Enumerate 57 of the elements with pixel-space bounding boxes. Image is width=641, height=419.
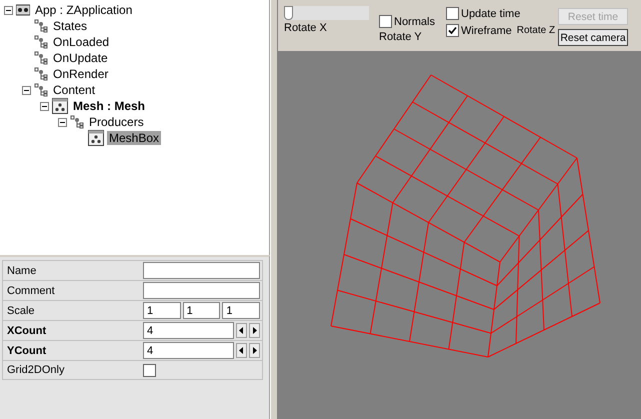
splitter[interactable] <box>270 0 278 419</box>
property-label: XCount <box>6 324 48 336</box>
rotate-y-label: Rotate Y <box>379 31 423 43</box>
node-icon <box>34 19 48 33</box>
node-icon <box>70 115 84 129</box>
property-label: YCount <box>6 344 48 356</box>
component-icon <box>88 130 104 146</box>
tree-item[interactable]: OnRender <box>51 67 110 81</box>
tree-item[interactable]: MeshBox <box>107 131 162 145</box>
toolbar-button[interactable]: Reset camera <box>558 29 628 46</box>
component-icon <box>52 98 68 114</box>
node-icon <box>34 67 48 81</box>
checkbox-label: Update time <box>461 8 520 20</box>
app-icon <box>16 4 30 16</box>
node-icon <box>34 51 48 65</box>
property-label: Name <box>6 264 38 276</box>
value-field[interactable]: 1 <box>222 302 260 319</box>
tree-item[interactable]: Producers <box>87 115 146 129</box>
checkbox[interactable] <box>143 364 156 376</box>
decrease-button[interactable] <box>236 343 247 358</box>
checkbox[interactable] <box>446 7 459 20</box>
tree-item[interactable]: Content <box>51 83 98 97</box>
property-label: Comment <box>6 284 56 296</box>
collapse-toggle-icon[interactable] <box>40 102 49 110</box>
rotate-x-slider[interactable] <box>284 6 369 20</box>
increase-button[interactable] <box>249 343 260 358</box>
tree-item[interactable]: App : ZApplication <box>33 3 134 17</box>
value-field[interactable]: 1 <box>182 302 220 319</box>
node-icon <box>34 83 48 97</box>
left-arrow-icon <box>239 347 244 354</box>
text-field[interactable] <box>143 262 260 279</box>
left-arrow-icon <box>239 327 244 334</box>
property-label: Grid2DOnly <box>6 364 66 376</box>
checkbox-label: Normals <box>394 16 435 28</box>
tree-item[interactable]: Mesh : Mesh <box>71 99 148 113</box>
tree-item[interactable]: OnLoaded <box>51 35 112 49</box>
decrease-button[interactable] <box>236 323 247 338</box>
right-arrow-icon <box>252 327 257 334</box>
number-field[interactable]: 4 <box>143 342 234 359</box>
right-arrow-icon <box>252 347 257 354</box>
collapse-toggle-icon[interactable] <box>58 118 67 126</box>
checkbox[interactable] <box>446 24 459 37</box>
tree-item[interactable]: States <box>51 19 90 33</box>
checkbox[interactable] <box>379 15 392 28</box>
collapse-toggle-icon[interactable] <box>4 6 13 14</box>
node-icon <box>34 35 48 49</box>
rotate-z-label: Rotate Z <box>516 25 556 36</box>
checkbox-label: Wireframe <box>461 24 512 36</box>
increase-button[interactable] <box>249 323 260 338</box>
text-field[interactable] <box>143 282 260 299</box>
value-field[interactable]: 1 <box>143 302 181 319</box>
number-field[interactable]: 4 <box>143 322 234 339</box>
property-label: Scale <box>6 304 36 316</box>
collapse-toggle-icon[interactable] <box>22 86 31 94</box>
slider-thumb[interactable] <box>284 6 293 20</box>
rotate-x-label: Rotate X <box>284 22 328 34</box>
tree-item[interactable]: OnUpdate <box>51 51 110 65</box>
